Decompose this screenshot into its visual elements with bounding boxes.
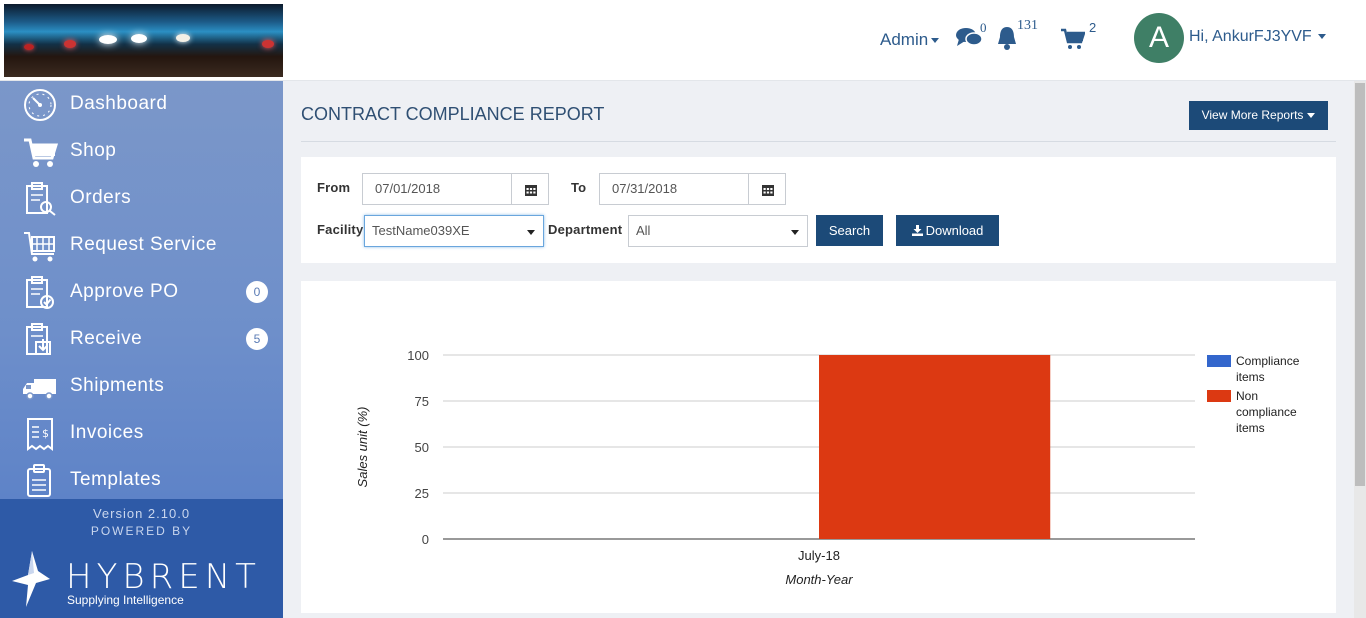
x-axis-label: Month-Year <box>785 572 853 587</box>
request-service-icon <box>24 232 55 262</box>
sidebar-item-label: Dashboard <box>70 93 168 114</box>
sidebar-item-label: Receive <box>70 328 143 349</box>
sidebar: Dashboard Shop Orders Request Service Ap… <box>0 81 283 499</box>
y-tick-label: 50 <box>415 440 429 455</box>
legend-swatch <box>1207 390 1231 402</box>
sidebar-item-templates[interactable]: Templates <box>0 457 283 499</box>
sidebar-item-label: Shipments <box>70 375 165 396</box>
avatar[interactable]: A <box>1134 13 1184 63</box>
sidebar-item-shipments[interactable]: Shipments <box>0 363 283 410</box>
sidebar-item-receive[interactable]: Receive 5 <box>0 316 283 363</box>
truck-icon <box>23 379 56 400</box>
messages-icon[interactable] <box>956 26 983 48</box>
more-reports-label: View More Reports <box>1201 108 1304 122</box>
sidebar-footer: Version 2.10.0 POWERED BY HYBRENT Supply… <box>0 499 283 618</box>
legend-swatch <box>1207 355 1231 367</box>
to-calendar-button[interactable] <box>748 173 786 205</box>
greeting-text: Hi, AnkurFJ3YVF <box>1189 28 1312 45</box>
chart-panel: 0 25 50 75 100 July-18 Month-Year Sales unit (%… <box>301 281 1336 613</box>
title-divider <box>301 141 1336 142</box>
bar-non-compliance <box>819 355 1051 539</box>
approve-po-badge: 0 <box>246 281 268 303</box>
receive-icon <box>26 323 51 355</box>
chevron-down-icon <box>527 230 535 235</box>
sidebar-item-label: Templates <box>70 469 162 490</box>
view-more-reports-button[interactable]: View More Reports <box>1189 101 1328 130</box>
cart-icon[interactable] <box>1060 28 1085 50</box>
powered-by-text: POWERED BY <box>90 524 193 538</box>
invoice-icon: $ <box>27 418 53 451</box>
approve-po-icon <box>26 276 54 309</box>
department-value: All <box>636 223 651 238</box>
templates-icon <box>27 464 51 497</box>
x-tick-label: July-18 <box>798 548 840 563</box>
orders-icon <box>26 182 56 216</box>
calendar-icon <box>525 185 537 196</box>
sidebar-item-shop[interactable]: Shop <box>0 128 283 175</box>
y-axis-label: Sales unit (%) <box>355 407 370 488</box>
chevron-down-icon <box>1307 113 1316 119</box>
chevron-down-icon <box>791 230 799 235</box>
to-label: To <box>571 180 587 195</box>
sidebar-item-request-service[interactable]: Request Service <box>0 222 283 269</box>
legend-label: Non compliance items <box>1236 389 1297 435</box>
from-label: From <box>317 180 351 195</box>
scrollbar-thumb[interactable] <box>1355 83 1365 486</box>
sidebar-item-label: Shop <box>70 140 117 161</box>
sidebar-item-label: Request Service <box>70 234 217 255</box>
sidebar-item-label: Approve PO <box>70 281 179 302</box>
facility-value: TestName039XE <box>372 223 470 238</box>
search-button[interactable]: Search <box>816 215 883 246</box>
sidebar-item-invoices[interactable]: $ Invoices <box>0 410 283 457</box>
brand-name: HYBRENT <box>66 557 261 597</box>
chevron-down-icon <box>1317 34 1326 40</box>
cart-icon <box>24 138 58 167</box>
sidebar-item-label: Orders <box>70 187 132 208</box>
to-date-input[interactable]: 07/31/2018 <box>599 173 749 205</box>
top-header: Admin 0 131 2 A Hi, AnkurFJ3YVF <box>0 0 1366 81</box>
svg-text:$: $ <box>42 427 49 440</box>
sidebar-item-orders[interactable]: Orders <box>0 175 283 222</box>
version-text: Version 2.10.0 <box>92 506 191 521</box>
department-label: Department <box>548 222 623 237</box>
sidebar-item-label: Invoices <box>70 422 144 443</box>
bell-icon[interactable] <box>995 25 1019 51</box>
hybrent-bird-icon <box>12 551 50 607</box>
receive-badge: 5 <box>246 328 268 350</box>
facility-select[interactable]: TestName039XE <box>364 215 544 247</box>
calendar-icon <box>762 185 774 196</box>
admin-label: Admin <box>880 30 929 49</box>
user-menu[interactable]: Hi, AnkurFJ3YVF <box>1189 28 1326 46</box>
dashboard-icon <box>24 89 56 121</box>
banner-logo-image <box>4 4 283 77</box>
filter-panel: From 07/01/2018 To 07/31/2018 Facility T… <box>301 157 1336 263</box>
sidebar-item-approve-po[interactable]: Approve PO 0 <box>0 269 283 316</box>
notifications-count: 131 <box>1017 18 1038 33</box>
department-select[interactable]: All <box>628 215 808 247</box>
chevron-down-icon <box>931 38 940 44</box>
from-date-input[interactable]: 07/01/2018 <box>362 173 512 205</box>
messages-count: 0 <box>980 20 987 35</box>
brand-tagline: Supplying Intelligence <box>67 593 184 607</box>
download-button[interactable]: Download <box>896 215 999 246</box>
y-tick-label: 0 <box>422 532 429 547</box>
download-label: Download <box>925 223 984 238</box>
page-title: CONTRACT COMPLIANCE REPORT <box>301 104 605 124</box>
cart-count: 2 <box>1089 20 1097 35</box>
download-icon <box>911 225 923 236</box>
compliance-chart: 0 25 50 75 100 July-18 Month-Year Sales unit (%… <box>355 348 1300 587</box>
sidebar-item-dashboard[interactable]: Dashboard <box>0 81 283 128</box>
legend-label: Compliance items <box>1236 354 1300 384</box>
from-calendar-button[interactable] <box>511 173 549 205</box>
y-tick-label: 25 <box>415 486 429 501</box>
admin-menu[interactable]: Admin <box>880 30 940 50</box>
y-tick-label: 100 <box>407 348 429 363</box>
facility-label: Facility <box>317 222 364 237</box>
y-tick-label: 75 <box>415 394 429 409</box>
